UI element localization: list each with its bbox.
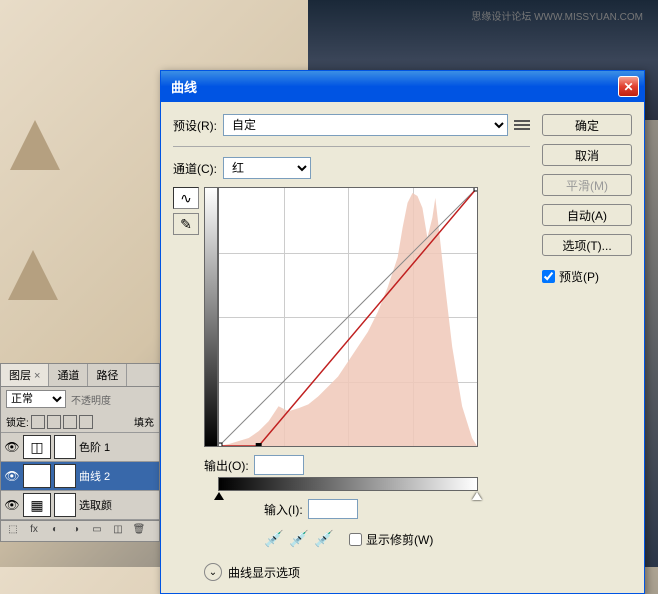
preset-menu-icon[interactable] <box>514 118 530 132</box>
layer-mask-add-icon[interactable]: ◐ <box>46 524 64 538</box>
black-point-slider[interactable] <box>214 492 224 500</box>
layer-item[interactable]: 👁 ◫ 色阶 1 <box>1 433 159 462</box>
channel-label: 通道(C): <box>173 160 217 177</box>
blend-mode-select[interactable]: 正常 <box>6 390 66 408</box>
watermark-top: 思缘设计论坛 WWW.MISSYUAN.COM <box>471 8 643 23</box>
gray-eyedropper-icon[interactable]: 💉 <box>289 529 309 549</box>
opacity-label: 不透明度 <box>71 392 111 407</box>
fill-label: 填充 <box>134 414 154 429</box>
delete-layer-icon[interactable]: 🗑 <box>130 524 148 538</box>
cancel-button[interactable]: 取消 <box>542 144 632 166</box>
tab-paths[interactable]: 路径 <box>88 364 127 386</box>
layer-item[interactable]: 👁 ⤢ 曲线 2 <box>1 462 159 491</box>
smooth-button: 平滑(M) <box>542 174 632 196</box>
preset-select[interactable]: 自定 <box>223 114 508 136</box>
new-layer-icon[interactable]: ◫ <box>109 524 127 538</box>
input-label: 输入(I): <box>264 501 303 518</box>
output-label: 输出(O): <box>204 457 249 474</box>
curves-dialog: 曲线 ✕ 预设(R): 自定 通道(C): 红 ∿ ✎ <box>160 70 645 594</box>
new-group-icon[interactable]: ▭ <box>88 524 106 538</box>
expand-label: 曲线显示选项 <box>228 564 300 581</box>
layer-thumb-icon: ⤢ <box>23 464 51 488</box>
input-input[interactable] <box>308 499 358 519</box>
curves-graph[interactable] <box>218 187 478 447</box>
curve-pencil-tool[interactable]: ✎ <box>173 213 199 235</box>
ok-button[interactable]: 确定 <box>542 114 632 136</box>
lock-all-icon[interactable] <box>79 415 93 429</box>
layer-name: 曲线 2 <box>79 468 156 484</box>
titlebar[interactable]: 曲线 ✕ <box>161 71 644 102</box>
preset-label: 预设(R): <box>173 117 217 134</box>
preview-checkbox[interactable]: 预览(P) <box>542 268 632 285</box>
show-clipping-input[interactable] <box>349 533 362 546</box>
tab-layers[interactable]: 图层× <box>1 364 49 386</box>
lock-position-icon[interactable] <box>63 415 77 429</box>
lock-pixels-icon[interactable] <box>47 415 61 429</box>
options-button[interactable]: 选项(T)... <box>542 234 632 256</box>
close-button[interactable]: ✕ <box>618 76 639 97</box>
layer-name: 选取颜 <box>79 497 156 513</box>
curve-point-tool[interactable]: ∿ <box>173 187 199 209</box>
white-eyedropper-icon[interactable]: 💉 <box>314 529 334 549</box>
channel-select[interactable]: 红 <box>223 157 311 179</box>
visibility-icon[interactable]: 👁 <box>4 497 20 513</box>
link-layers-icon[interactable]: ⬚ <box>4 524 22 538</box>
lock-label: 锁定: <box>6 414 29 429</box>
output-input[interactable] <box>254 455 304 475</box>
layer-fx-icon[interactable]: fx <box>25 524 43 538</box>
show-clipping-checkbox[interactable]: 显示修剪(W) <box>349 531 433 548</box>
layer-thumb-icon: ◫ <box>23 435 51 459</box>
black-eyedropper-icon[interactable]: 💉 <box>264 529 284 549</box>
layer-mask-icon <box>54 435 76 459</box>
layer-mask-icon <box>54 464 76 488</box>
dialog-title: 曲线 <box>171 77 618 96</box>
tab-channels[interactable]: 通道 <box>49 364 88 386</box>
layer-mask-icon <box>54 493 76 517</box>
output-gradient <box>204 187 218 447</box>
white-point-slider[interactable] <box>472 492 482 500</box>
layer-thumb-icon: ▦ <box>23 493 51 517</box>
input-gradient[interactable] <box>218 477 478 491</box>
visibility-icon[interactable]: 👁 <box>4 439 20 455</box>
layer-name: 色阶 1 <box>79 439 156 455</box>
adjustment-layer-icon[interactable]: ◑ <box>67 524 85 538</box>
preview-input[interactable] <box>542 270 555 283</box>
expand-options-button[interactable]: ⌄ <box>204 563 222 581</box>
auto-button[interactable]: 自动(A) <box>542 204 632 226</box>
curve-line-icon <box>219 188 477 446</box>
layer-item[interactable]: 👁 ▦ 选取颜 <box>1 491 159 520</box>
lock-transparency-icon[interactable] <box>31 415 45 429</box>
visibility-icon[interactable]: 👁 <box>4 468 20 484</box>
layers-panel: 图层× 通道 路径 正常 不透明度 锁定: 填充 👁 ◫ 色阶 1 👁 ⤢ 曲线… <box>0 363 160 542</box>
